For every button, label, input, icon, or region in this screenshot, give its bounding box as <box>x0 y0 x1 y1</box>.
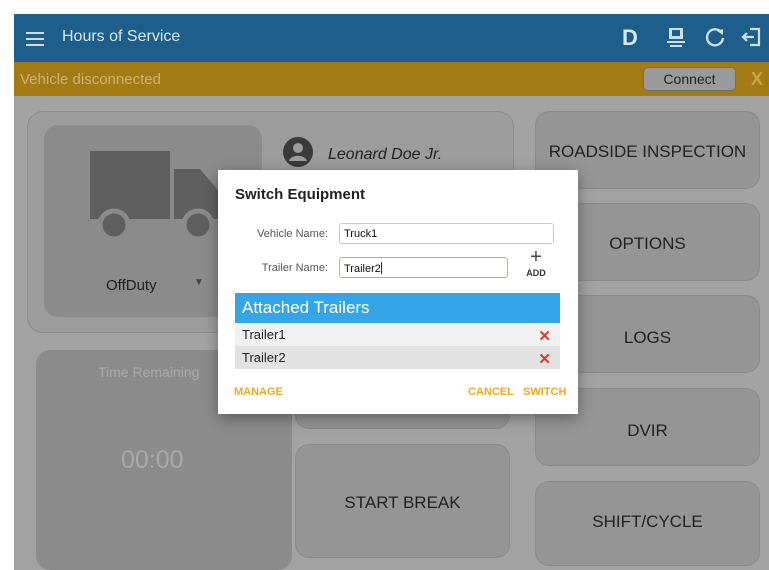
switch-button[interactable]: SWITCH <box>523 386 566 398</box>
add-trailer-label: ADD <box>526 268 546 278</box>
attached-trailers-header: Attached Trailers <box>235 293 560 323</box>
trailer-name-label: Trailer Name: <box>261 262 328 274</box>
trailer-row-label: Trailer1 <box>242 327 286 342</box>
vehicle-name-input[interactable] <box>339 223 554 244</box>
trailer-name-input[interactable]: Trailer2 <box>339 257 508 278</box>
trailer-row-label: Trailer2 <box>242 350 286 365</box>
trailer-row: Trailer2 ✕ <box>235 346 560 369</box>
cancel-button[interactable]: CANCEL <box>468 386 514 398</box>
dialog-title: Switch Equipment <box>235 186 366 203</box>
trailer-row: Trailer1 ✕ <box>235 323 560 346</box>
switch-equipment-dialog: Switch Equipment Vehicle Name: Trailer N… <box>218 170 578 414</box>
app-frame: Hours of Service D Vehicle disconnected … <box>14 14 769 570</box>
vehicle-name-label: Vehicle Name: <box>257 228 328 240</box>
remove-trailer-icon[interactable]: ✕ <box>538 350 551 368</box>
text-caret <box>380 262 382 274</box>
manage-button[interactable]: MANAGE <box>234 386 283 398</box>
remove-trailer-icon[interactable]: ✕ <box>538 327 551 345</box>
trailer-name-value: Trailer2 <box>344 263 381 275</box>
add-trailer-button[interactable]: + ADD <box>524 246 548 278</box>
plus-icon: + <box>530 246 542 268</box>
